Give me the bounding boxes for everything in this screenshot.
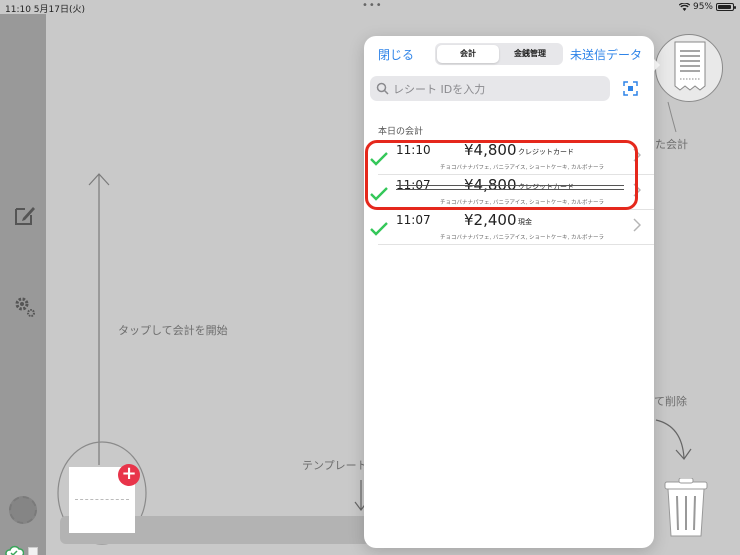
wifi-icon xyxy=(678,3,690,11)
status-right: 95% xyxy=(678,2,736,12)
checkmark-icon xyxy=(370,222,388,236)
close-button[interactable]: 閉じる xyxy=(378,46,414,63)
search-icon xyxy=(376,82,389,95)
transaction-items: チョコバナナパフェ, バニラアイス, ショートケーキ, カルボナーラ xyxy=(440,235,605,241)
curved-arrow-graphic xyxy=(655,419,692,460)
user-avatar[interactable] xyxy=(9,496,37,524)
receipt-history-button[interactable] xyxy=(655,34,723,102)
battery-percent: 95% xyxy=(692,2,713,12)
section-title: 本日の会計 xyxy=(378,127,424,137)
transaction-row[interactable]: 11:07 ¥2,400 現金 チョコバナナパフェ, バニラアイス, ショートケ… xyxy=(370,210,654,245)
unsent-data-button[interactable]: 未送信データ xyxy=(570,46,642,63)
chevron-right-icon xyxy=(633,218,641,232)
tab-checkout[interactable]: 会計 xyxy=(437,45,499,63)
battery-icon xyxy=(716,3,736,11)
edit-icon[interactable] xyxy=(12,202,38,228)
cloud-sync-icon[interactable] xyxy=(4,544,24,555)
status-square xyxy=(28,547,38,555)
sidebar xyxy=(0,14,46,555)
transaction-time: 11:07 xyxy=(396,213,431,227)
upward-arrow-graphic xyxy=(88,173,110,465)
trash-icon[interactable] xyxy=(663,478,709,538)
highlight-annotation xyxy=(365,140,638,210)
tab-cash-management[interactable]: 金銭管理 xyxy=(499,45,561,63)
delete-hint: て削除 xyxy=(654,395,687,408)
scan-icon[interactable] xyxy=(623,81,638,96)
status-bar: 11:10 5月17日(火) ••• 95% xyxy=(0,0,740,15)
add-receipt-button[interactable]: + xyxy=(118,464,140,486)
receipt-pointer-line xyxy=(667,101,677,133)
settings-gear-icon[interactable] xyxy=(12,294,38,320)
transactions-popover: 閉じる 会計 金銭管理 未送信データ レシート IDを入力 本日の会計 11:1… xyxy=(364,36,654,548)
tap-to-start-hint: タップして会計を開始 xyxy=(118,324,228,337)
receipt-hint: た会計 xyxy=(655,138,688,151)
transaction-amount: ¥2,400 xyxy=(464,211,517,229)
segmented-control: 会計 金銭管理 xyxy=(435,43,563,65)
receipt-icon xyxy=(674,41,706,91)
multitasking-dots[interactable]: ••• xyxy=(362,0,383,11)
search-placeholder: レシート IDを入力 xyxy=(393,82,486,96)
payment-method: 現金 xyxy=(518,218,532,226)
popover-header: 閉じる 会計 金銭管理 未送信データ xyxy=(364,36,654,72)
template-hint: テンプレート xyxy=(302,459,368,472)
receipt-search-field[interactable]: レシート IDを入力 xyxy=(370,76,610,101)
